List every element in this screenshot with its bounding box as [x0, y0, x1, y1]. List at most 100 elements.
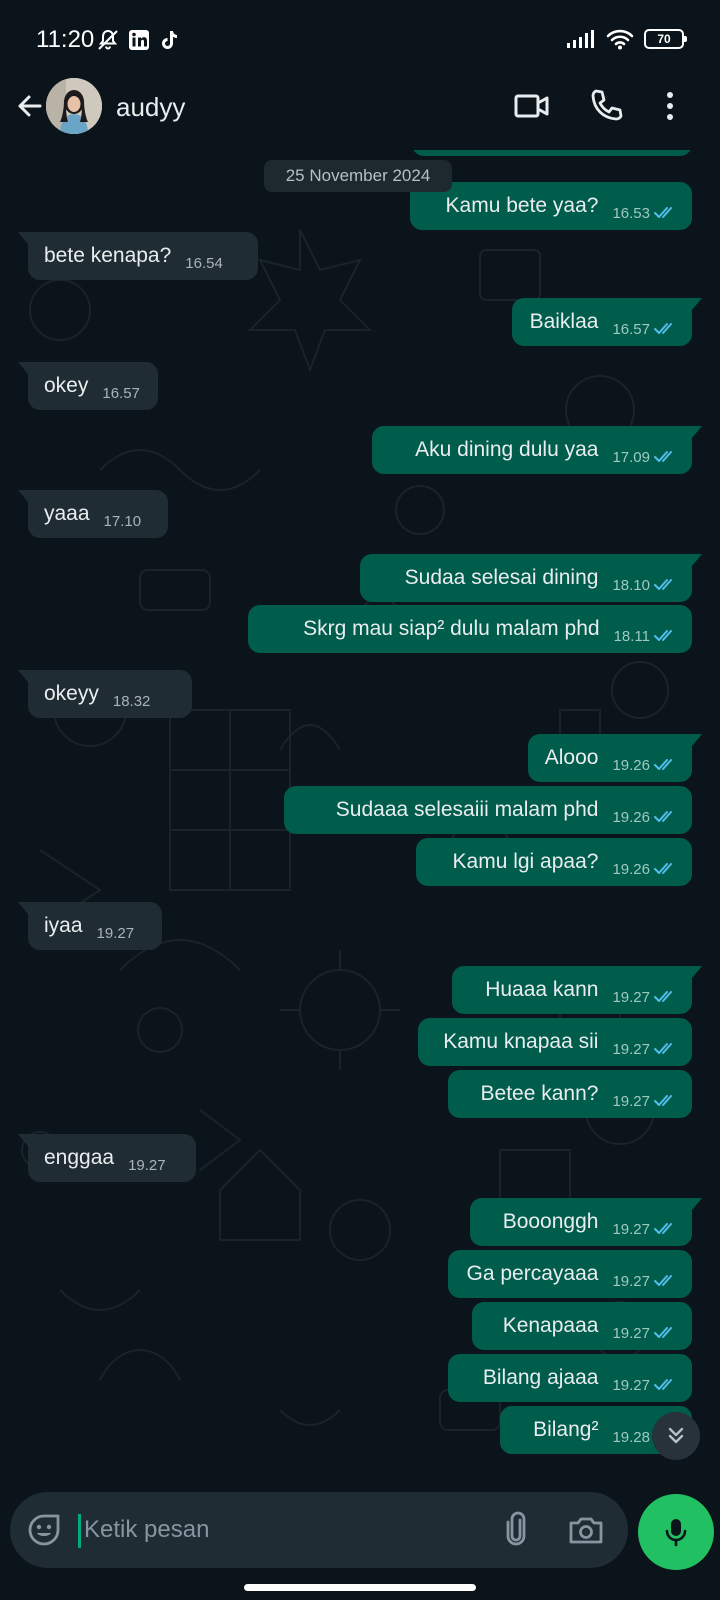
read-ticks-icon [654, 323, 672, 334]
tiktok-icon [162, 31, 177, 49]
incoming-message[interactable]: enggaa 19.27 [18, 1134, 196, 1182]
chat-area[interactable]: 25 November 2024 16.53 Kamu bete yaa? 16.5… [0, 150, 720, 1495]
read-ticks-icon [654, 1223, 672, 1234]
message-time: 19.27 [612, 1272, 650, 1290]
message-text: enggaa [44, 1146, 115, 1169]
outgoing-message[interactable]: Betee kann? 19.27 [448, 1070, 692, 1118]
message-text: Huaaa kann [485, 978, 599, 1001]
message-time: 18.32 [112, 692, 151, 710]
outgoing-message[interactable]: Ga percayaaa 19.27 [448, 1250, 692, 1298]
message-text: Kenapaaa [502, 1314, 599, 1337]
message-time: 19.27 [612, 1220, 650, 1238]
incoming-message[interactable]: bete kenapa? 16.54 [18, 232, 258, 280]
read-ticks-icon [654, 1379, 672, 1390]
message-text: yaaa [44, 502, 90, 525]
outgoing-message[interactable]: Sudaaa selesaiii malam phd 19.26 [284, 786, 692, 834]
read-ticks-icon [654, 811, 672, 822]
incoming-message[interactable]: okey 16.57 [18, 362, 158, 410]
video-call-icon[interactable] [512, 86, 552, 126]
message-input[interactable] [84, 1502, 484, 1558]
navigation-handle[interactable] [244, 1584, 476, 1591]
message-text: Baiklaa [529, 310, 599, 333]
outgoing-message[interactable]: 16.53 [412, 150, 692, 156]
outgoing-message[interactable]: Kenapaaa 19.27 [472, 1302, 692, 1350]
message-time: 17.10 [103, 512, 142, 530]
mute-bell-icon [98, 29, 118, 50]
outgoing-message[interactable]: Skrg mau siap² dulu malam phd 18.11 [248, 605, 692, 653]
read-ticks-icon [654, 1275, 672, 1286]
outgoing-message[interactable]: Kamu lgi apaa? 19.26 [416, 838, 692, 886]
message-time: 18.10 [612, 576, 650, 594]
status-time: 11:20 [36, 26, 95, 53]
outgoing-message[interactable]: Kamu bete yaa? 16.53 [410, 182, 692, 230]
message-text: Betee kann? [480, 1082, 599, 1105]
read-ticks-icon [654, 759, 672, 770]
camera-icon[interactable] [566, 1510, 606, 1550]
outgoing-message[interactable]: Kamu knapaa sii 19.27 [418, 1018, 692, 1066]
message-time: 16.57 [612, 320, 650, 338]
message-text: okeyy [44, 682, 99, 705]
status-icons-left [96, 28, 180, 52]
mic-icon [665, 1519, 687, 1547]
read-ticks-icon [654, 1043, 672, 1054]
message-text: Skrg mau siap² dulu malam phd [303, 617, 600, 640]
battery-icon: 70 [644, 29, 687, 49]
outgoing-message[interactable]: Aku dining dulu yaa 17.09 [372, 426, 702, 474]
linkedin-icon [129, 30, 149, 50]
message-text: Bilang ajaaa [482, 1366, 599, 1389]
message-time: 17.09 [612, 448, 650, 466]
message-time: 16.54 [185, 254, 223, 272]
emoji-icon[interactable] [26, 1512, 62, 1548]
message-text: Sudaa selesai dining [404, 566, 599, 589]
message-text: Kamu knapaa sii [443, 1030, 599, 1053]
message-text: Aku dining dulu yaa [415, 438, 599, 461]
message-time: 19.27 [612, 1376, 650, 1394]
avatar[interactable] [46, 78, 102, 134]
message-text: iyaa [44, 914, 83, 937]
read-ticks-icon [654, 630, 672, 641]
message-time: 16.57 [102, 384, 140, 402]
message-text: Bilang² [533, 1418, 599, 1441]
outgoing-message[interactable]: Huaaa kann 19.27 [452, 966, 702, 1014]
message-time: 16.53 [612, 204, 650, 222]
message-time: 19.27 [612, 1324, 650, 1342]
back-arrow-icon[interactable] [10, 86, 50, 126]
outgoing-message[interactable]: Sudaa selesai dining 18.10 [360, 554, 702, 602]
avatar-photo [46, 78, 102, 134]
signal-icon [567, 30, 594, 48]
text-caret [78, 1514, 81, 1548]
message-text: Alooo [544, 746, 599, 769]
message-text: Booonggh [502, 1210, 599, 1233]
read-ticks-icon [654, 1095, 672, 1106]
message-time: 19.27 [612, 988, 650, 1006]
double-chevron-down-icon [668, 1427, 684, 1444]
read-ticks-icon [654, 451, 672, 462]
battery-level: 70 [657, 32, 671, 46]
wifi-icon [606, 29, 634, 50]
scroll-to-bottom-button[interactable] [652, 1412, 700, 1460]
voice-call-icon[interactable] [586, 86, 626, 126]
incoming-message[interactable]: okeyy 18.32 [18, 670, 192, 718]
date-chip: 25 November 2024 [264, 160, 452, 192]
outgoing-message[interactable]: Booonggh 19.27 [470, 1198, 702, 1246]
read-ticks-icon [654, 1327, 672, 1338]
status-icons-right: 70 [566, 28, 687, 50]
contact-name[interactable]: audyy [116, 92, 185, 123]
incoming-message[interactable]: yaaa 17.10 [18, 490, 168, 538]
mic-button[interactable] [638, 1494, 714, 1570]
message-time: 19.27 [96, 924, 135, 942]
chat-header: audyy [0, 70, 720, 150]
message-text: Ga percayaaa [466, 1262, 599, 1285]
message-time: 19.28 [612, 1428, 650, 1446]
message-text: Kamu lgi apaa? [452, 850, 599, 873]
more-options-icon[interactable] [650, 86, 690, 126]
message-time: 19.27 [612, 1040, 650, 1058]
message-time: 19.27 [612, 1092, 650, 1110]
outgoing-message[interactable]: Alooo 19.26 [528, 734, 702, 782]
attach-icon[interactable] [496, 1510, 536, 1550]
outgoing-message[interactable]: Baiklaa 16.57 [512, 298, 702, 346]
outgoing-message[interactable]: Bilang ajaaa 19.27 [448, 1354, 692, 1402]
read-ticks-icon [654, 579, 672, 590]
read-ticks-icon [654, 991, 672, 1002]
incoming-message[interactable]: iyaa 19.27 [18, 902, 162, 950]
